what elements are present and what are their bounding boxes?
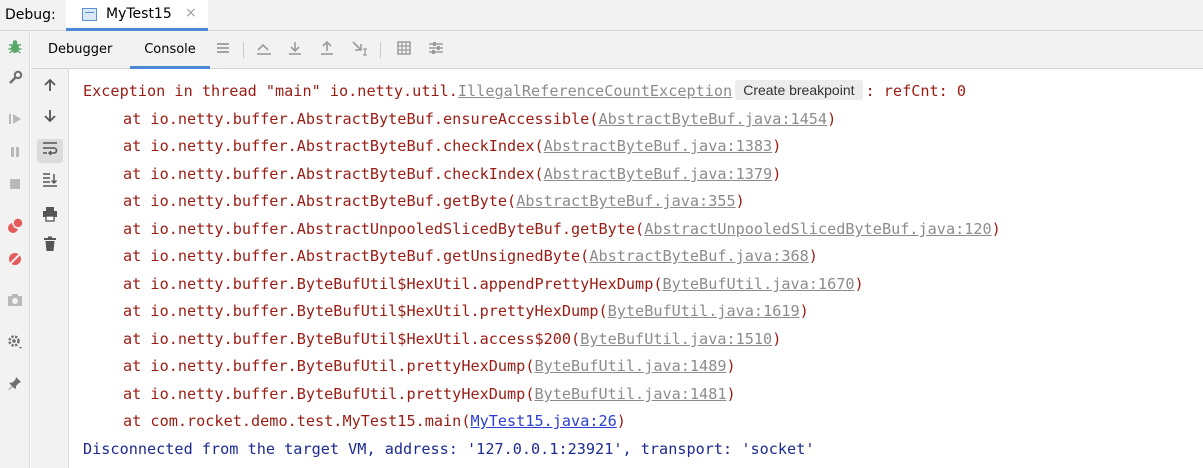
tab-label: MyTest15 — [106, 6, 172, 22]
debug-toolwindow-header: Debug: MyTest15 × — [0, 0, 1203, 31]
exception-line: Exception in thread "main" io.netty.util… — [83, 78, 966, 105]
frame-source-link[interactable]: ByteBufUtil.java:1489 — [534, 357, 726, 375]
debug-left-toolbar — [0, 31, 30, 468]
frame-source-link[interactable]: AbstractByteBuf.java:1454 — [598, 110, 827, 128]
frame-method: at io.netty.buffer.ByteBufUtil$HexUtil.p… — [123, 302, 608, 320]
resume-icon[interactable] — [4, 111, 26, 133]
stack-frame: at io.netty.buffer.AbstractByteBuf.check… — [123, 161, 781, 188]
frame-source-link[interactable]: AbstractByteBuf.java:368 — [589, 247, 808, 265]
stack-frame: at io.netty.buffer.ByteBufUtil$HexUtil.a… — [123, 271, 864, 298]
disconnected-message: Disconnected from the target VM, address… — [83, 440, 815, 458]
pause-icon[interactable] — [4, 144, 26, 166]
stack-frame: at com.rocket.demo.test.MyTest15.main(My… — [123, 408, 626, 435]
trash-icon[interactable] — [37, 235, 63, 259]
stack-frame: at io.netty.buffer.ByteBufUtil.prettyHex… — [123, 381, 736, 408]
frame-method: at io.netty.buffer.AbstractByteBuf.ensur… — [123, 110, 599, 128]
bug-icon[interactable] — [4, 39, 26, 61]
stack-frame: at io.netty.buffer.AbstractByteBuf.check… — [123, 133, 781, 160]
clipped-previous-line — [83, 69, 883, 74]
frame-method: at io.netty.buffer.ByteBufUtil.prettyHex… — [123, 385, 535, 403]
view-breakpoints-icon[interactable] — [4, 217, 26, 239]
frame-close: ) — [991, 220, 1001, 238]
step-over-icon[interactable] — [286, 40, 304, 58]
frame-method: at io.netty.buffer.ByteBufUtil$HexUtil.a… — [123, 330, 581, 348]
scroll-to-end-icon[interactable] — [37, 171, 63, 195]
toolbar-separator — [380, 42, 381, 58]
frame-method: at io.netty.buffer.AbstractByteBuf.check… — [123, 137, 544, 155]
tab-console[interactable]: Console — [130, 31, 210, 69]
stack-frame: at io.netty.buffer.AbstractUnpooledSlice… — [123, 216, 1001, 243]
stack-frame: at io.netty.buffer.AbstractByteBuf.ensur… — [123, 106, 836, 133]
frame-close: ) — [827, 110, 837, 128]
frame-source-link[interactable]: AbstractByteBuf.java:1379 — [544, 165, 773, 183]
step-out-icon[interactable] — [351, 40, 369, 58]
pin-icon[interactable] — [4, 375, 26, 397]
up-arrow-icon[interactable] — [37, 75, 63, 99]
stack-frame: at io.netty.buffer.ByteBufUtil$HexUtil.p… — [123, 298, 809, 325]
frame-source-link[interactable]: AbstractByteBuf.java:355 — [516, 192, 735, 210]
stack-frame: at io.netty.buffer.AbstractByteBuf.getBy… — [123, 188, 745, 215]
frame-method: at io.netty.buffer.AbstractByteBuf.getBy… — [123, 192, 517, 210]
frame-close: ) — [772, 330, 782, 348]
run-config-icon — [82, 8, 97, 21]
wrench-icon[interactable] — [4, 70, 26, 92]
create-breakpoint-button[interactable]: Create breakpoint — [735, 80, 863, 100]
frame-source-link[interactable]: AbstractUnpooledSlicedByteBuf.java:120 — [644, 220, 991, 238]
frame-close: ) — [616, 412, 626, 430]
mute-breakpoints-icon[interactable] — [4, 250, 26, 272]
frame-close: ) — [735, 192, 745, 210]
frame-method: at io.netty.buffer.AbstractUnpooledSlice… — [123, 220, 645, 238]
layout-icon[interactable] — [214, 40, 232, 58]
frame-close: ) — [799, 302, 809, 320]
frame-close: ) — [772, 137, 782, 155]
tab-mytest15[interactable]: MyTest15 × — [66, 0, 208, 31]
frame-source-link[interactable]: ByteBufUtil.java:1481 — [534, 385, 726, 403]
frame-source-link[interactable]: MyTest15.java:26 — [470, 412, 616, 430]
frame-method: at com.rocket.demo.test.MyTest15.main( — [123, 412, 471, 430]
stack-frame: at io.netty.buffer.ByteBufUtil.prettyHex… — [123, 353, 736, 380]
evaluate-icon[interactable] — [395, 40, 413, 58]
frame-close: ) — [726, 385, 736, 403]
console-side-toolbar — [31, 69, 69, 468]
stack-frame: at io.netty.buffer.ByteBufUtil$HexUtil.a… — [123, 326, 781, 353]
print-icon[interactable] — [37, 205, 63, 229]
down-arrow-icon[interactable] — [37, 106, 63, 130]
toolbar-separator — [243, 42, 244, 58]
debug-label: Debug: — [5, 7, 56, 23]
frame-source-link[interactable]: ByteBufUtil.java:1619 — [608, 302, 800, 320]
settings-icon[interactable] — [4, 333, 26, 355]
close-icon[interactable]: × — [185, 5, 197, 21]
camera-icon[interactable] — [4, 292, 26, 314]
frame-close: ) — [854, 275, 864, 293]
trace-icon[interactable] — [427, 40, 445, 58]
frame-source-link[interactable]: ByteBufUtil.java:1510 — [580, 330, 772, 348]
stop-icon[interactable] — [4, 176, 26, 198]
tab-debugger[interactable]: Debugger — [48, 31, 118, 69]
stack-frame: at io.netty.buffer.AbstractByteBuf.getUn… — [123, 243, 818, 270]
debug-subtabs-toolbar: Debugger Console — [31, 31, 1203, 69]
soft-wrap-icon[interactable] — [37, 139, 63, 163]
frame-method: at io.netty.buffer.ByteBufUtil.prettyHex… — [123, 357, 535, 375]
show-execution-point-icon[interactable] — [255, 40, 273, 58]
exception-suffix: : refCnt: 0 — [865, 82, 967, 100]
frame-close: ) — [808, 247, 818, 265]
frame-source-link[interactable]: ByteBufUtil.java:1670 — [662, 275, 854, 293]
exception-class-link[interactable]: IllegalReferenceCountException — [458, 82, 732, 100]
frame-method: at io.netty.buffer.AbstractByteBuf.check… — [123, 165, 544, 183]
step-into-icon[interactable] — [318, 40, 336, 58]
exception-prefix: Exception in thread "main" io.netty.util… — [83, 82, 458, 100]
frame-close: ) — [726, 357, 736, 375]
frame-close: ) — [772, 165, 782, 183]
frame-method: at io.netty.buffer.AbstractByteBuf.getUn… — [123, 247, 590, 265]
frame-method: at io.netty.buffer.ByteBufUtil$HexUtil.a… — [123, 275, 663, 293]
console-output[interactable]: Exception in thread "main" io.netty.util… — [70, 69, 1203, 468]
frame-source-link[interactable]: AbstractByteBuf.java:1383 — [544, 137, 773, 155]
